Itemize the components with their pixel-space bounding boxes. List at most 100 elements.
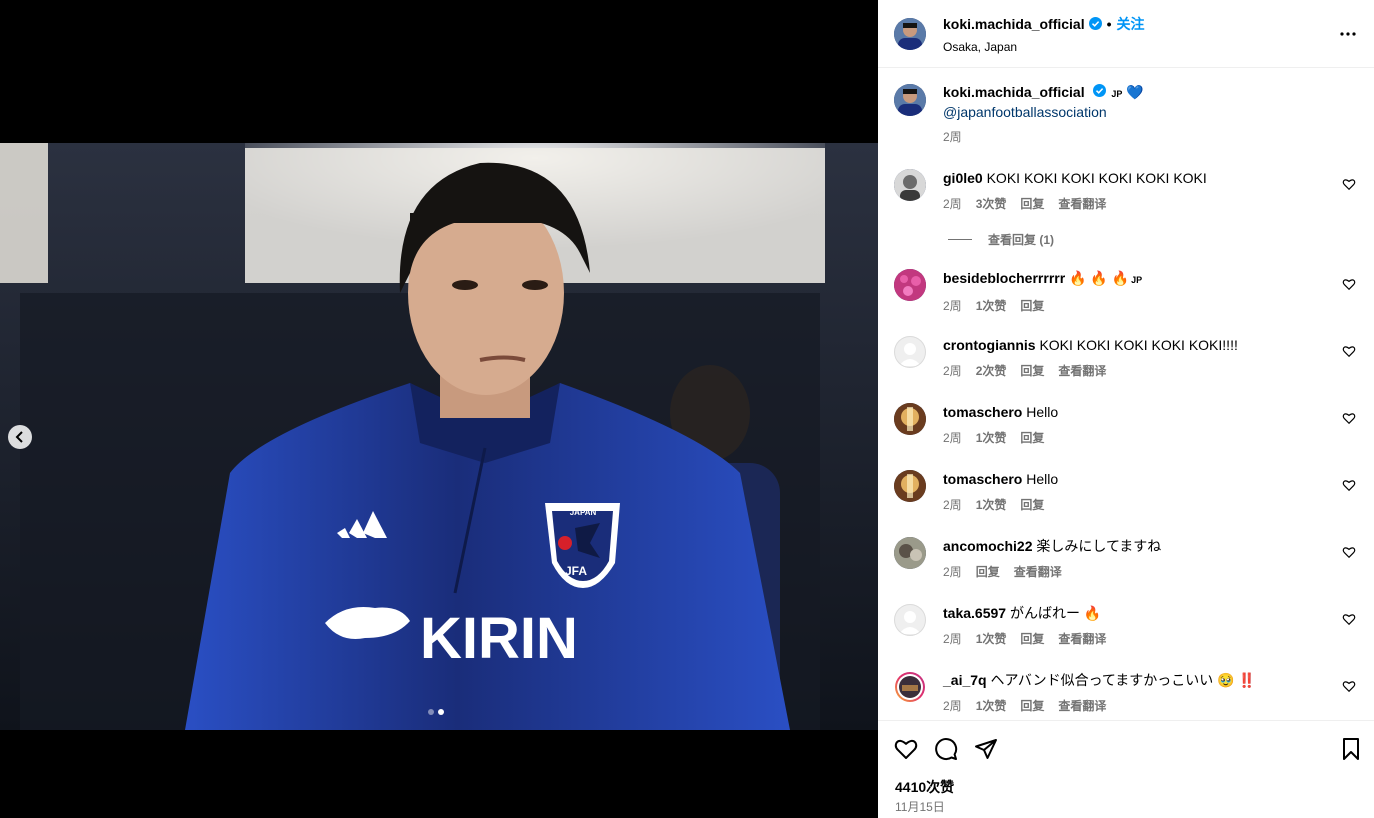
translate-button[interactable]: 查看翻译 xyxy=(1014,563,1062,580)
translate-button[interactable]: 查看翻译 xyxy=(1058,362,1106,379)
avatar-image xyxy=(894,537,926,569)
author-avatar[interactable] xyxy=(894,17,926,50)
post-photo: JAPAN JFA KIRIN xyxy=(0,143,878,730)
comment-text: KOKI KOKI KOKI KOKI KOKI KOKI xyxy=(986,170,1207,186)
like-comment-heart-icon[interactable] xyxy=(1342,545,1356,559)
more-options-button[interactable] xyxy=(1336,22,1360,46)
avatar-image xyxy=(894,169,926,201)
comment-likes[interactable]: 1次赞 xyxy=(976,697,1007,714)
reply-button[interactable]: 回复 xyxy=(1020,429,1044,446)
like-count[interactable]: 4410次赞 xyxy=(895,777,954,797)
comment-text: Hello xyxy=(1026,471,1059,487)
comment-username[interactable]: _ai_7q xyxy=(943,672,987,688)
comment-avatar[interactable] xyxy=(894,336,926,368)
comment-text: 🔥 🔥 🔥 xyxy=(1069,270,1130,286)
comment-item: _ai_7q ヘアバンド似合ってますかっこいい 🥹 ‼️ 2周 1次赞 回复 查看翻译 xyxy=(894,671,1358,714)
blue-heart-icon: 💙 xyxy=(1126,84,1144,100)
comment-time[interactable]: 2周 xyxy=(943,697,962,714)
reply-button[interactable]: 回复 xyxy=(976,563,1000,580)
caption-time[interactable]: 2周 xyxy=(943,128,962,145)
reply-button[interactable]: 回复 xyxy=(1020,195,1044,212)
more-options-icon xyxy=(1340,32,1356,36)
translate-button[interactable]: 查看翻译 xyxy=(1058,697,1106,714)
comment-text: Hello xyxy=(1026,404,1059,420)
comment-username[interactable]: tomaschero xyxy=(943,471,1022,487)
like-comment-heart-icon[interactable] xyxy=(1342,277,1356,291)
avatar-image xyxy=(894,84,926,116)
caption-avatar[interactable] xyxy=(894,84,926,116)
comment-username[interactable]: taka.6597 xyxy=(943,605,1006,621)
comment-item: tomaschero Hello 2周 1次赞 回复 xyxy=(894,470,1358,513)
carousel-previous-button[interactable] xyxy=(8,425,32,449)
comments-list[interactable]: koki.machida_official JP 💙 @japanfootbal… xyxy=(878,68,1374,720)
story-ring-avatar-image xyxy=(895,672,925,702)
avatar-image xyxy=(894,17,926,50)
player-photo-illustration: JAPAN JFA KIRIN xyxy=(0,143,878,730)
comment-likes[interactable]: 1次赞 xyxy=(976,297,1007,314)
default-avatar-icon xyxy=(894,604,926,636)
avatar-image xyxy=(894,403,926,435)
author-username[interactable]: koki.machida_official xyxy=(943,16,1085,32)
header-separator: • xyxy=(1106,15,1112,32)
comment-username[interactable]: besideblocherrrrrr xyxy=(943,270,1065,286)
like-comment-heart-icon[interactable] xyxy=(1342,177,1356,191)
like-comment-heart-icon[interactable] xyxy=(1342,679,1356,693)
comment-flag: JP xyxy=(1131,275,1143,285)
comment-item: tomaschero Hello 2周 1次赞 回复 xyxy=(894,403,1358,446)
comment-likes[interactable]: 2次赞 xyxy=(976,362,1007,379)
default-avatar-icon xyxy=(894,336,926,368)
reply-button[interactable]: 回复 xyxy=(1020,697,1044,714)
comment-avatar[interactable] xyxy=(894,403,926,435)
view-replies-button[interactable]: 查看回复 (1) xyxy=(948,231,1054,248)
avatar-image xyxy=(894,269,926,301)
share-button[interactable] xyxy=(974,737,998,761)
comment-username[interactable]: tomaschero xyxy=(943,404,1022,420)
post-location[interactable]: Osaka, Japan xyxy=(943,40,1145,54)
reply-button[interactable]: 回复 xyxy=(1020,630,1044,647)
comment-time[interactable]: 2周 xyxy=(943,297,962,314)
translate-button[interactable]: 查看翻译 xyxy=(1058,195,1106,212)
comment-likes[interactable]: 1次赞 xyxy=(976,429,1007,446)
comment-likes[interactable]: 3次赞 xyxy=(976,195,1007,212)
post-date[interactable]: 11月15日 xyxy=(895,798,945,815)
like-comment-heart-icon[interactable] xyxy=(1342,612,1356,626)
jersey-sponsor-text: KIRIN xyxy=(420,606,578,671)
save-button[interactable] xyxy=(1339,737,1363,761)
comment-time[interactable]: 2周 xyxy=(943,195,962,212)
comment-likes[interactable]: 1次赞 xyxy=(976,630,1007,647)
comment-text: がんばれー 🔥 xyxy=(1009,605,1102,621)
comment-avatar[interactable] xyxy=(894,671,926,703)
comment-time[interactable]: 2周 xyxy=(943,496,962,513)
post-actions-bar: 4410次赞 11月15日 xyxy=(878,720,1374,818)
like-comment-heart-icon[interactable] xyxy=(1342,344,1356,358)
like-comment-heart-icon[interactable] xyxy=(1342,478,1356,492)
comment-button[interactable] xyxy=(934,737,958,761)
like-button[interactable] xyxy=(894,737,918,761)
heart-icon xyxy=(894,739,918,759)
verified-badge-icon xyxy=(1092,84,1106,97)
follow-button[interactable]: 关注 xyxy=(1117,14,1145,34)
comment-avatar[interactable] xyxy=(894,604,926,636)
comment-avatar[interactable] xyxy=(894,269,926,301)
comment-time[interactable]: 2周 xyxy=(943,630,962,647)
reply-button[interactable]: 回复 xyxy=(1020,297,1044,314)
comment-username[interactable]: crontogiannis xyxy=(943,337,1036,353)
caption-username[interactable]: koki.machida_official xyxy=(943,84,1085,100)
comment-time[interactable]: 2周 xyxy=(943,362,962,379)
comment-avatar[interactable] xyxy=(894,537,926,569)
comment-likes[interactable]: 1次赞 xyxy=(976,496,1007,513)
post-caption: koki.machida_official JP 💙 @japanfootbal… xyxy=(894,84,1144,145)
like-comment-heart-icon[interactable] xyxy=(1342,411,1356,425)
reply-button[interactable]: 回复 xyxy=(1020,496,1044,513)
reply-button[interactable]: 回复 xyxy=(1020,362,1044,379)
comment-avatar[interactable] xyxy=(894,169,926,201)
comment-time[interactable]: 2周 xyxy=(943,429,962,446)
comment-username[interactable]: gi0le0 xyxy=(943,170,983,186)
comment-avatar[interactable] xyxy=(894,470,926,502)
caption-mention[interactable]: @japanfootballassociation xyxy=(943,104,1144,120)
translate-button[interactable]: 查看翻译 xyxy=(1058,630,1106,647)
comment-username[interactable]: ancomochi22 xyxy=(943,538,1032,554)
crest-top-text: JAPAN xyxy=(570,508,597,517)
replies-divider xyxy=(948,239,972,240)
comment-time[interactable]: 2周 xyxy=(943,563,962,580)
